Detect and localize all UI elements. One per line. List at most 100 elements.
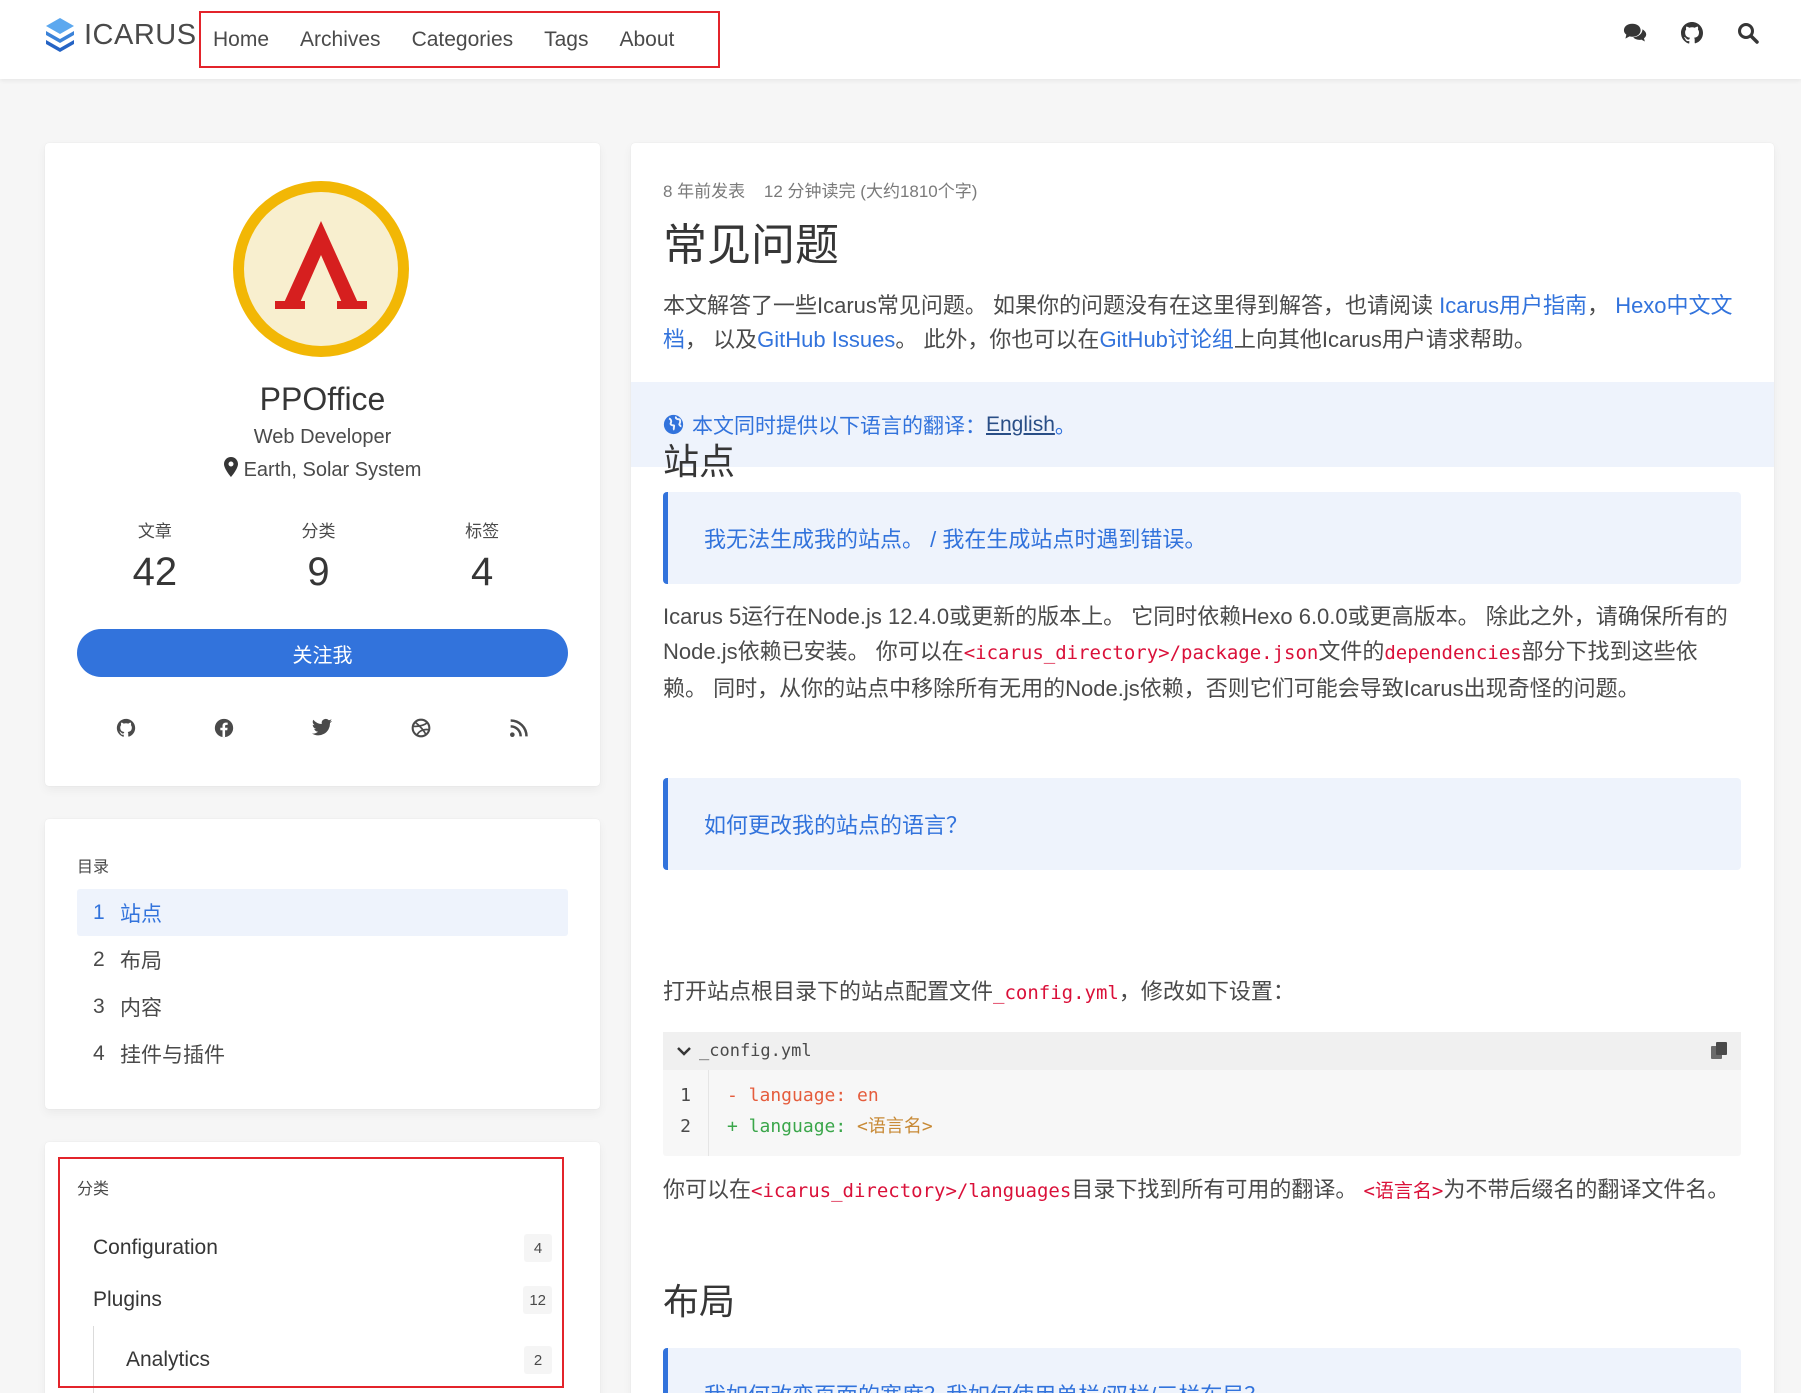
stat-posts[interactable]: 文章 42 bbox=[73, 517, 237, 595]
twitter-icon[interactable] bbox=[309, 715, 335, 741]
question-box: 我如何改变页面的宽度？我如何使用单栏/双栏/三栏布局？ bbox=[663, 1348, 1741, 1393]
navbar: ICARUS Home Archives Categories Tags Abo… bbox=[0, 0, 1801, 79]
code-line-added: + language: <语言名> bbox=[727, 1111, 933, 1142]
stat-value: 42 bbox=[132, 550, 178, 594]
highlight-box bbox=[58, 1157, 564, 1388]
nav-archives[interactable]: Archives bbox=[300, 28, 381, 52]
nav-home[interactable]: Home bbox=[213, 28, 269, 52]
toc-list: 1 站点 2 布局 3 内容 4 挂件与插件 bbox=[77, 889, 568, 1077]
rss-icon[interactable] bbox=[506, 715, 532, 741]
article-meta: 8 年前发表 12 分钟读完 (大约1810个字) bbox=[663, 177, 991, 202]
intro-text: 上向其他Icarus用户请求帮助。 bbox=[1233, 327, 1536, 352]
search-icon[interactable] bbox=[1735, 20, 1761, 46]
toc-num: 4 bbox=[93, 1041, 105, 1065]
stat-value: 9 bbox=[307, 550, 330, 594]
intro-text: ， 以及 bbox=[685, 327, 758, 352]
nav-categories[interactable]: Categories bbox=[412, 28, 514, 52]
author-location: Earth, Solar System bbox=[45, 457, 600, 483]
stat-label: 分类 bbox=[301, 522, 336, 541]
stat-label: 标签 bbox=[465, 522, 500, 541]
inline-code: dependencies bbox=[1384, 642, 1522, 664]
code-block: _config.yml 1 2 - language: en + languag… bbox=[663, 1032, 1741, 1156]
avatar bbox=[231, 179, 411, 359]
social-links bbox=[77, 703, 568, 753]
github-icon[interactable] bbox=[113, 715, 139, 741]
intro-text: 。 此外，你也可以在 bbox=[895, 327, 1100, 352]
toc-item-content[interactable]: 3 内容 bbox=[77, 983, 568, 1030]
author-location-text: Earth, Solar System bbox=[243, 458, 422, 481]
toc-label: 站点 bbox=[120, 902, 162, 926]
layers-logo-icon bbox=[44, 16, 76, 54]
logo[interactable]: ICARUS bbox=[44, 15, 197, 55]
language-notice-text: 本文同时提供以下语言的翻译： bbox=[692, 414, 986, 438]
article-card: 8 年前发表 12 分钟读完 (大约1810个字) 常见问题 本文解答了一些Ic… bbox=[631, 143, 1774, 1393]
toc-num: 2 bbox=[93, 947, 105, 971]
nav-tags[interactable]: Tags bbox=[544, 28, 588, 52]
link-github-issues[interactable]: GitHub Issues bbox=[757, 327, 895, 352]
question-box: 我无法生成我的站点。 / 我在生成站点时遇到错误。 bbox=[663, 492, 1741, 584]
author-name: PPOffice bbox=[259, 381, 386, 417]
code-filename: _config.yml bbox=[699, 1041, 812, 1061]
globe-icon bbox=[663, 414, 684, 435]
toc-item-layout[interactable]: 2 布局 bbox=[77, 936, 568, 983]
question-box: 如何更改我的站点的语言？ bbox=[663, 778, 1741, 870]
stat-value: 4 bbox=[471, 550, 494, 594]
line-number: 2 bbox=[680, 1116, 691, 1137]
intro-text: ， bbox=[1587, 293, 1616, 318]
paragraph-text: 你可以在 bbox=[663, 1177, 752, 1202]
article-title: 常见问题 bbox=[663, 221, 839, 270]
paragraph: 打开站点根目录下的站点配置文件_config.yml，修改如下设置： bbox=[663, 974, 1741, 1011]
nav-icons bbox=[1623, 20, 1761, 46]
intro-text: 本文解答了一些Icarus常见问题。 如果你的问题没有在这里得到解答，也请阅读 bbox=[663, 293, 1440, 318]
posted-time: 8 年前发表 bbox=[663, 182, 746, 201]
toc-card: 目录 1 站点 2 布局 3 内容 4 挂件与插件 bbox=[45, 819, 600, 1109]
inline-code: _config.yml bbox=[993, 982, 1119, 1004]
chevron-down-icon[interactable] bbox=[677, 1046, 691, 1056]
code-lines: - language: en + language: <语言名> bbox=[727, 1080, 933, 1142]
logo-text: ICARUS bbox=[84, 18, 197, 51]
copy-icon[interactable] bbox=[1709, 1041, 1729, 1061]
paragraph: 你可以在<icarus_directory>/languages目录下找到所有可… bbox=[663, 1172, 1741, 1209]
follow-button[interactable]: 关注我 bbox=[77, 629, 568, 677]
language-notice-end: 。 bbox=[1054, 414, 1076, 438]
code-value: <语言名> bbox=[857, 1116, 933, 1137]
code-line-removed: - language: en bbox=[727, 1085, 879, 1106]
paragraph-text: 目录下找到所有可用的翻译。 bbox=[1071, 1177, 1364, 1202]
toc-num: 3 bbox=[93, 994, 105, 1018]
paragraph-text: ，修改如下设置： bbox=[1118, 979, 1295, 1004]
author-title: Web Developer bbox=[253, 426, 392, 448]
language-notice: 本文同时提供以下语言的翻译： English 。 bbox=[631, 382, 1774, 467]
link-icarus-guide[interactable]: Icarus用户指南 bbox=[1439, 293, 1587, 318]
profile-stats: 文章 42 分类 9 标签 4 bbox=[73, 517, 564, 595]
comments-icon[interactable] bbox=[1623, 20, 1649, 46]
toc-item-site[interactable]: 1 站点 bbox=[77, 889, 568, 936]
link-github-discussions[interactable]: GitHub讨论组 bbox=[1099, 327, 1233, 352]
stat-tags[interactable]: 标签 4 bbox=[400, 517, 564, 595]
dribbble-icon[interactable] bbox=[408, 715, 434, 741]
toc-label: 挂件与插件 bbox=[120, 1043, 225, 1067]
inline-code: <icarus_directory>/languages bbox=[751, 1180, 1072, 1202]
code-header[interactable]: _config.yml bbox=[663, 1032, 1741, 1070]
stat-label: 文章 bbox=[137, 522, 172, 541]
line-numbers: 1 2 bbox=[663, 1070, 709, 1156]
heading-layout: 布局 bbox=[663, 1281, 736, 1322]
paragraph-text: 打开站点根目录下的站点配置文件 bbox=[663, 979, 994, 1004]
map-marker-icon bbox=[223, 457, 238, 483]
toc-num: 1 bbox=[93, 900, 105, 924]
github-icon[interactable] bbox=[1679, 20, 1705, 46]
code-key: + language: bbox=[727, 1116, 858, 1137]
inline-code: <语言名> bbox=[1363, 1180, 1444, 1202]
profile-card: PPOffice Web Developer Earth, Solar Syst… bbox=[45, 143, 600, 786]
read-time: 12 分钟读完 (大约1810个字) bbox=[763, 182, 978, 201]
nav-about[interactable]: About bbox=[619, 28, 674, 52]
toc-label: 布局 bbox=[120, 949, 162, 973]
toc-label: 内容 bbox=[120, 996, 162, 1020]
stat-categories[interactable]: 分类 9 bbox=[237, 517, 401, 595]
paragraph: Icarus 5运行在Node.js 12.4.0或更新的版本上。 它同时依赖H… bbox=[663, 599, 1741, 706]
toc-item-widgets[interactable]: 4 挂件与插件 bbox=[77, 1030, 568, 1077]
facebook-icon[interactable] bbox=[211, 715, 237, 741]
inline-code: <icarus_directory>/package.json bbox=[963, 642, 1319, 664]
link-english[interactable]: English bbox=[986, 413, 1055, 437]
paragraph-text: 文件的 bbox=[1318, 639, 1385, 664]
heading-site: 站点 bbox=[663, 441, 736, 482]
